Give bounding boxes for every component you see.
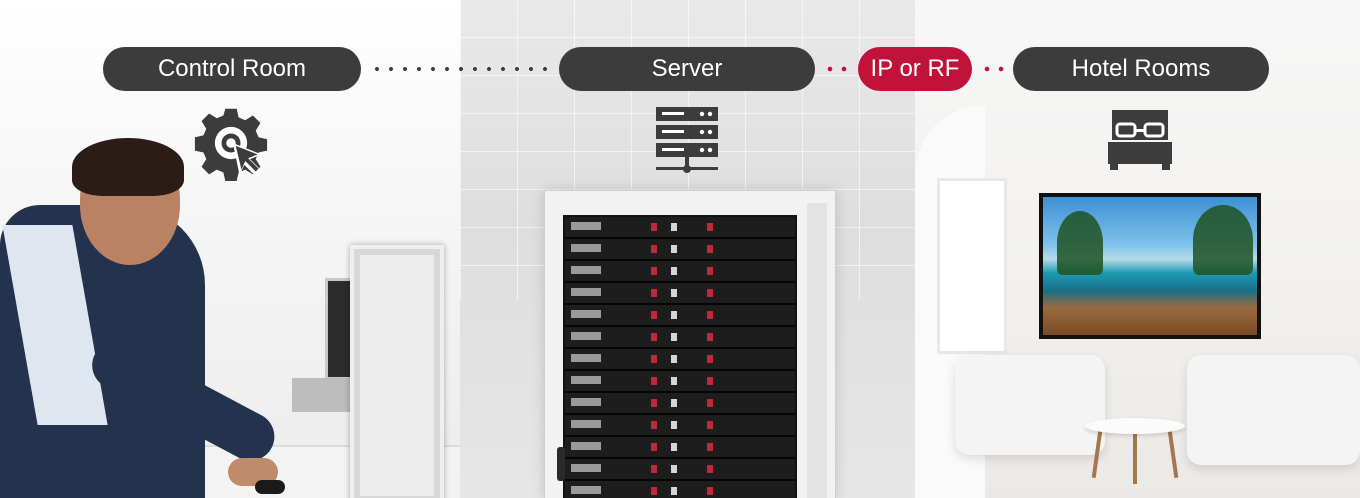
dotted-connector: [370, 66, 552, 72]
armchair: [1187, 355, 1360, 465]
rack-interior: [563, 215, 797, 498]
rack-unit: [565, 261, 795, 283]
rack-unit: [565, 217, 795, 239]
monitor-screen: [360, 255, 434, 496]
rack-unit: [565, 305, 795, 327]
armchair: [955, 355, 1105, 455]
rack-unit: [565, 349, 795, 371]
hotel-tv-system-diagram: Control Room Server IP or RF Hotel Rooms: [0, 0, 1360, 498]
server-label: Server: [559, 47, 815, 91]
coffee-table: [1085, 418, 1185, 434]
table-leg: [1133, 432, 1137, 484]
tv-screen: [1043, 197, 1257, 335]
monitor: [350, 245, 444, 498]
rack-unit: [565, 371, 795, 393]
rack-unit: [565, 393, 795, 415]
window: [937, 178, 1007, 354]
rack-unit: [565, 415, 795, 437]
operator-hair: [72, 138, 184, 196]
server-icon: [656, 107, 718, 173]
rack-unit: [565, 283, 795, 305]
dotted-connector-red: [823, 66, 853, 72]
server-rack: [544, 190, 836, 498]
rack-unit: [565, 459, 795, 481]
rack-unit: [565, 481, 795, 498]
rack-side-panel: [807, 203, 827, 498]
computer-mouse: [255, 480, 285, 494]
rack-unit: [565, 437, 795, 459]
control-room-label: Control Room: [103, 47, 361, 91]
dotted-connector-red: [980, 66, 1008, 72]
ip-or-rf-badge: IP or RF: [858, 47, 972, 91]
table-leg: [1167, 429, 1179, 479]
wall-tv: [1039, 193, 1261, 339]
palm-tree: [1057, 211, 1103, 275]
rack-unit: [565, 327, 795, 349]
palm-tree: [1193, 205, 1253, 275]
rack-unit: [565, 239, 795, 261]
rack-door-handle: [557, 447, 565, 481]
bed-icon: [1108, 110, 1172, 170]
hotel-rooms-label: Hotel Rooms: [1013, 47, 1269, 91]
gear-cursor-icon: [194, 108, 268, 181]
